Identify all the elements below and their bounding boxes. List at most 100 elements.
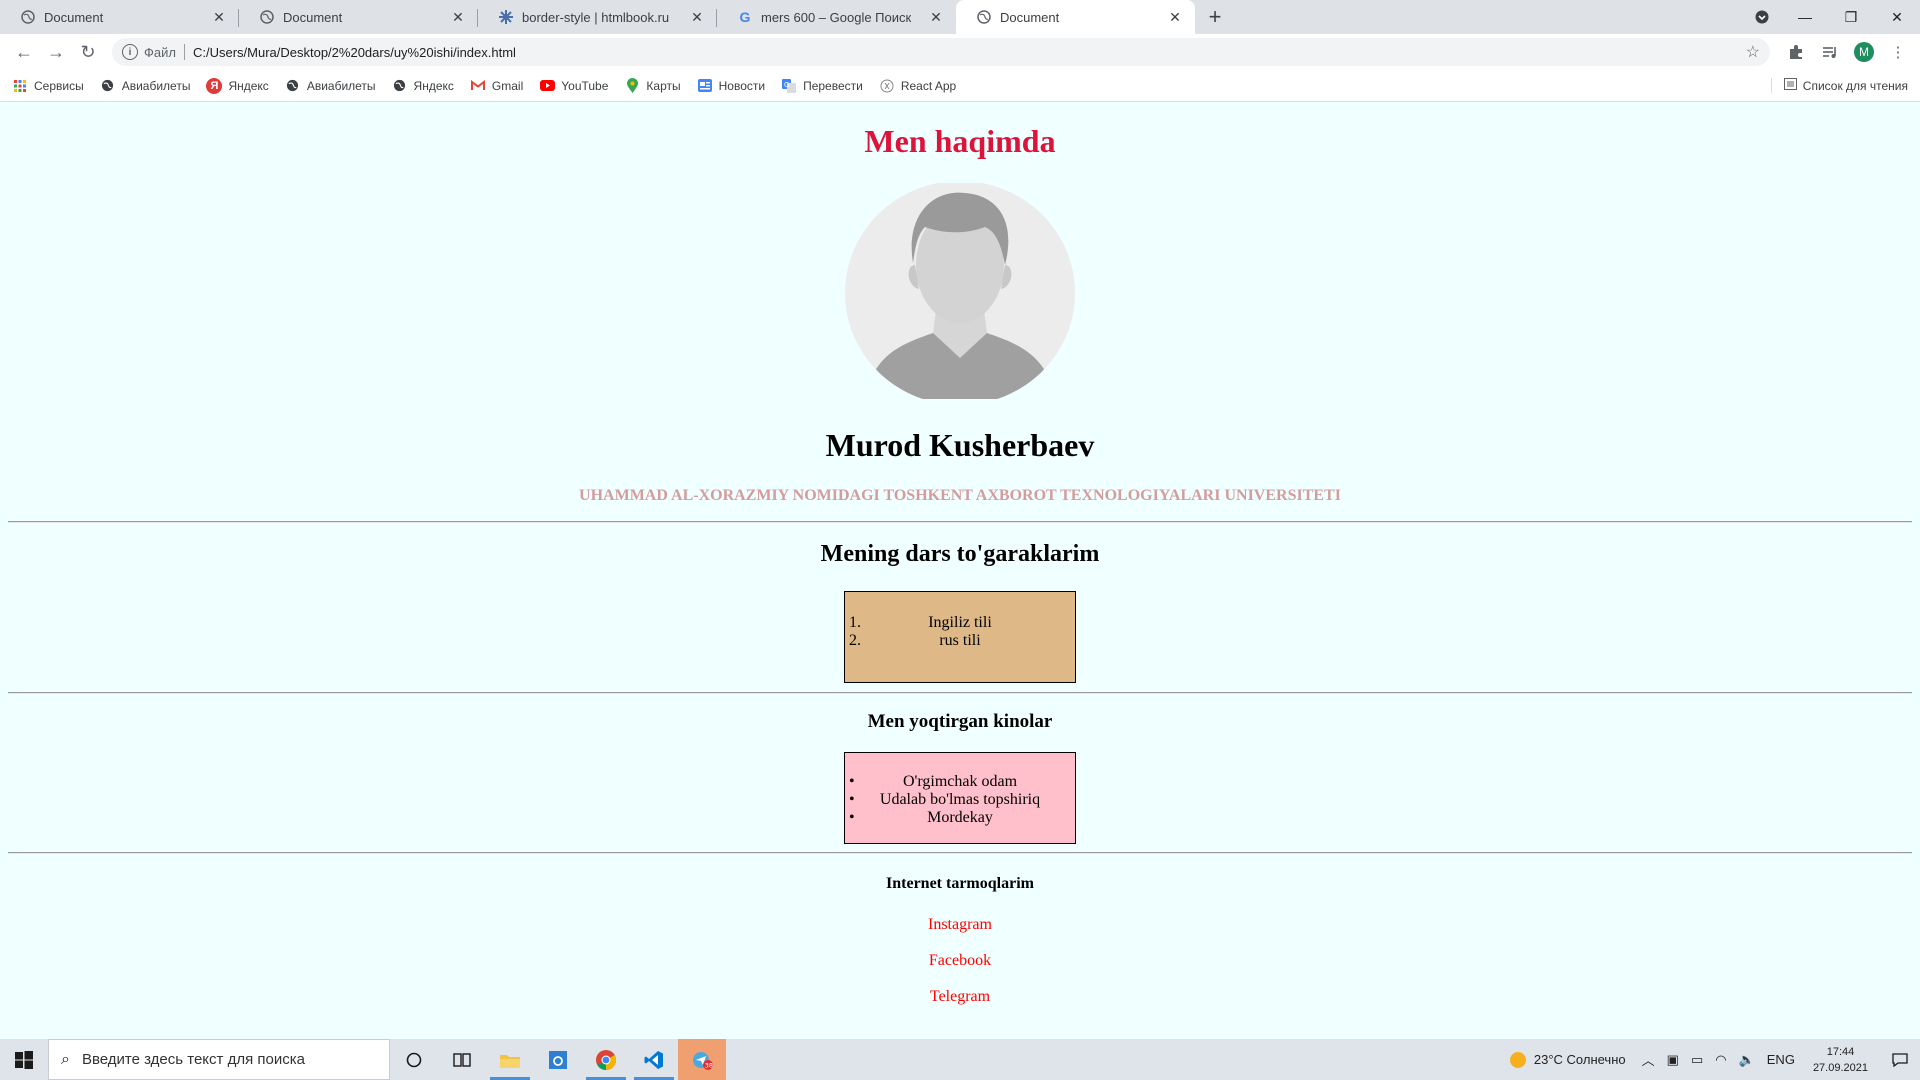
taskbar-search-input[interactable]: ⌕ Введите здесь текст для поиска: [48, 1039, 390, 1080]
close-window-button[interactable]: ✕: [1874, 0, 1920, 34]
info-icon[interactable]: i: [122, 44, 138, 60]
bookmark-label: Авиабилеты: [306, 78, 376, 93]
windows-start-icon[interactable]: [0, 1039, 48, 1080]
bookmark-label: Яндекс: [413, 78, 454, 93]
url-text[interactable]: C:/Users/Mura/Desktop/2%20dars/uy%20ishi…: [193, 45, 516, 60]
facebook-link[interactable]: Facebook: [0, 952, 1920, 970]
bookmark-label: YouTube: [561, 78, 609, 93]
bookmark-item[interactable]: Яндекс: [392, 78, 454, 94]
globe-icon: [100, 78, 116, 94]
menu-kebab-icon[interactable]: ⋮: [1884, 38, 1912, 66]
svg-text:G: G: [784, 81, 789, 89]
yandex-icon: Я: [206, 77, 223, 94]
bookmark-label: Новости: [718, 78, 766, 93]
back-button[interactable]: ←: [8, 36, 40, 68]
clock[interactable]: 17:44 27.09.2021: [1813, 1044, 1868, 1076]
tab-strip: Document ✕ Document ✕ border-style | htm…: [0, 0, 1920, 34]
new-tab-button[interactable]: +: [1199, 0, 1231, 34]
battery-icon[interactable]: ▭: [1691, 1052, 1703, 1068]
search-icon: ⌕: [61, 1050, 70, 1068]
movie-text: O'rgimchak odam: [902, 773, 1018, 790]
browser-tab[interactable]: Document ✕: [0, 0, 239, 34]
list-item: • O'rgimchak odam: [845, 773, 1075, 791]
bookmark-item[interactable]: React App: [879, 78, 956, 94]
bookmark-item[interactable]: Gmail: [470, 78, 523, 94]
mail-app-icon[interactable]: 38: [678, 1039, 726, 1080]
volume-icon[interactable]: 🔈: [1739, 1052, 1755, 1068]
clock-time: 17:44: [1826, 1045, 1855, 1058]
list-item: • Mordekay: [845, 809, 1075, 827]
person-name: Murod Kusherbaev: [825, 427, 1095, 463]
reload-button[interactable]: ↻: [72, 36, 104, 68]
task-view-icon[interactable]: [438, 1039, 486, 1080]
list-marker: 2.: [849, 632, 861, 649]
tab-title: mers 600 – Google Поиск: [761, 9, 912, 25]
courses-list: 1. Ingiliz tili 2. rus tili: [844, 591, 1076, 683]
maps-pin-icon: [624, 78, 640, 94]
bookmark-item[interactable]: G Перевести: [781, 78, 863, 94]
instagram-link[interactable]: Instagram: [0, 916, 1920, 934]
reading-list-button[interactable]: Список для чтения: [1770, 78, 1908, 93]
meet-now-icon[interactable]: ▣: [1667, 1052, 1679, 1068]
course-text: Ingiliz tili: [928, 614, 992, 631]
chevron-up-icon[interactable]: ︿: [1642, 1050, 1655, 1069]
profile-button[interactable]: M: [1850, 38, 1878, 66]
bookmark-item[interactable]: Новости: [697, 78, 765, 94]
minimize-button[interactable]: —: [1782, 0, 1828, 34]
browser-tab[interactable]: border-style | htmlbook.ru ✕: [478, 0, 717, 34]
address-divider: [183, 44, 185, 60]
browser-tab[interactable]: G mers 600 – Google Поиск ✕: [717, 0, 956, 34]
browser-tab[interactable]: Document ✕: [239, 0, 478, 34]
list-item: 2. rus tili: [845, 632, 1075, 650]
notification-center-icon[interactable]: [1880, 1039, 1920, 1080]
bookmark-label: Яндекс: [228, 78, 269, 93]
google-icon: G: [739, 9, 751, 25]
movie-text: Udalab bo'lmas topshiriq: [879, 791, 1041, 808]
close-icon[interactable]: ✕: [689, 9, 705, 25]
gmail-icon: [470, 78, 486, 94]
close-icon[interactable]: ✕: [1167, 9, 1183, 25]
language-indicator[interactable]: ENG: [1767, 1052, 1795, 1067]
bookmark-item[interactable]: Я Яндекс: [206, 77, 269, 94]
tab-search-button[interactable]: [1742, 0, 1782, 34]
store-app-icon[interactable]: [534, 1039, 582, 1080]
bookmark-item[interactable]: Авиабилеты: [100, 78, 190, 94]
globe-icon: [259, 9, 275, 25]
restore-button[interactable]: ❐: [1828, 0, 1874, 34]
file-explorer-icon[interactable]: [486, 1039, 534, 1080]
bookmark-item[interactable]: Карты: [624, 78, 681, 94]
movies-list: • O'rgimchak odam • Udalab bo'lmas topsh…: [844, 752, 1076, 844]
tab-title: Document: [1000, 9, 1060, 25]
forward-button[interactable]: →: [40, 36, 72, 68]
list-marker: 1.: [849, 614, 861, 631]
networks-heading: Internet tarmoqlarim: [886, 875, 1034, 892]
toolbar-actions: M ⋮: [1782, 38, 1912, 66]
reading-list-icon: [1783, 78, 1797, 93]
weather-text[interactable]: 23°C Солнечно: [1534, 1052, 1626, 1067]
cortana-icon[interactable]: [390, 1039, 438, 1080]
reading-list-label: Список для чтения: [1802, 78, 1908, 93]
globe-icon: [20, 9, 36, 25]
courses-heading: Mening dars to'garaklarim: [820, 541, 1100, 567]
bookmark-star-icon[interactable]: ☆: [1746, 42, 1760, 62]
telegram-link[interactable]: Telegram: [0, 988, 1920, 1006]
close-icon[interactable]: ✕: [211, 9, 227, 25]
mail-badge: 38: [705, 1061, 713, 1069]
wifi-icon[interactable]: ◠: [1715, 1052, 1726, 1068]
movies-heading: Men yoqtirgan kinolar: [867, 711, 1053, 732]
close-icon[interactable]: ✕: [450, 9, 466, 25]
weather-sun-icon[interactable]: [1509, 1051, 1526, 1068]
vscode-icon[interactable]: [630, 1039, 678, 1080]
bookmark-item[interactable]: Сервисы: [12, 78, 84, 94]
bookmark-item[interactable]: YouTube: [539, 78, 608, 94]
bookmark-label: Gmail: [491, 78, 524, 93]
movie-text: Mordekay: [927, 809, 993, 826]
translate-icon: G: [781, 78, 797, 94]
address-bar[interactable]: i Файл C:/Users/Mura/Desktop/2%20dars/uy…: [112, 38, 1770, 66]
browser-tab-active[interactable]: Document ✕: [956, 0, 1195, 34]
media-queue-icon[interactable]: [1816, 38, 1844, 66]
bookmark-item[interactable]: Авиабилеты: [285, 78, 376, 94]
extensions-puzzle-icon[interactable]: [1782, 38, 1810, 66]
chrome-icon[interactable]: [582, 1039, 630, 1080]
close-icon[interactable]: ✕: [928, 9, 944, 25]
